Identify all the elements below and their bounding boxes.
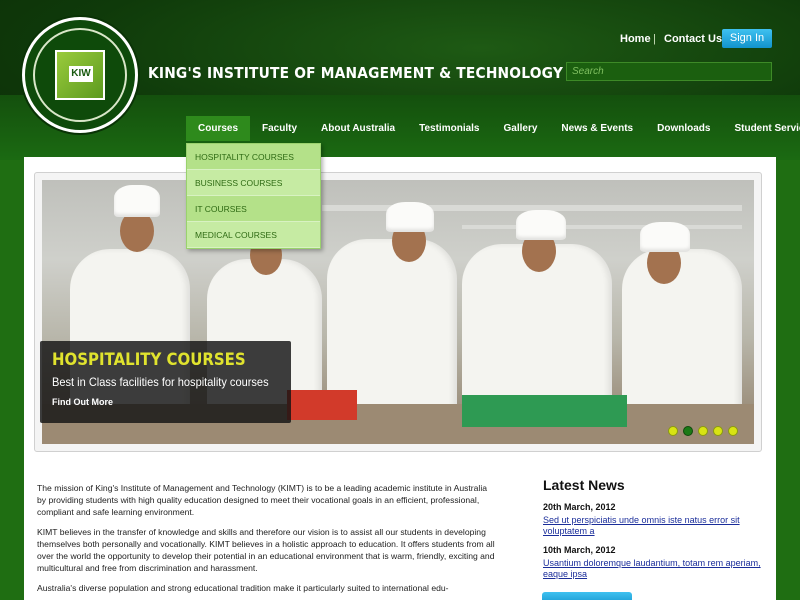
slider-dot[interactable] bbox=[713, 426, 723, 436]
slide-caption-title: HOSPITALITY COURSES bbox=[52, 350, 246, 370]
slide-caption-subtitle: Best in Class facilities for hospitality… bbox=[52, 375, 269, 389]
institute-name: KING'S INSTITUTE OF MANAGEMENT & TECHNOL… bbox=[148, 64, 563, 82]
slider-dot[interactable] bbox=[698, 426, 708, 436]
news-link[interactable]: Usantium doloremque laudantium, totam re… bbox=[543, 558, 763, 580]
mission-statement: The mission of King's Institute of Manag… bbox=[37, 482, 497, 600]
slider-pagination bbox=[668, 426, 738, 436]
home-link[interactable]: Home bbox=[620, 33, 651, 45]
news-item: 20th March, 2012 Sed ut perspiciatis und… bbox=[543, 502, 763, 537]
logo-text: KIW bbox=[69, 66, 93, 82]
news-item: 10th March, 2012 Usantium doloremque lau… bbox=[543, 545, 763, 580]
main-navigation: Courses Faculty About Australia Testimon… bbox=[186, 116, 800, 141]
mission-paragraph: Australia's diverse population and stron… bbox=[37, 583, 449, 593]
mission-paragraph: KIMT believes in the transfer of knowled… bbox=[37, 527, 495, 573]
more-news-button[interactable] bbox=[542, 592, 632, 600]
dropdown-hospitality-courses[interactable]: HOSPITALITY COURSES bbox=[187, 144, 320, 170]
sign-in-button[interactable]: Sign In bbox=[722, 29, 772, 48]
search-input[interactable]: Search bbox=[566, 62, 772, 81]
logo-emblem: KIW bbox=[55, 50, 105, 100]
top-link-separator: | bbox=[653, 33, 656, 45]
news-date: 20th March, 2012 bbox=[543, 502, 616, 512]
slide-caption: HOSPITALITY COURSES Best in Class facili… bbox=[40, 341, 291, 423]
nav-testimonials[interactable]: Testimonials bbox=[407, 116, 491, 141]
slider-dot[interactable] bbox=[668, 426, 678, 436]
nav-gallery[interactable]: Gallery bbox=[492, 116, 550, 141]
slider-dot-active[interactable] bbox=[683, 426, 693, 436]
nav-about-australia[interactable]: About Australia bbox=[309, 116, 407, 141]
contact-us-link[interactable]: Contact Us bbox=[664, 33, 722, 45]
courses-dropdown-menu: HOSPITALITY COURSES BUSINESS COURSES IT … bbox=[186, 143, 321, 249]
nav-downloads[interactable]: Downloads bbox=[645, 116, 722, 141]
find-out-more-link[interactable]: Find Out More bbox=[52, 397, 113, 407]
nav-student-services[interactable]: Student Services bbox=[722, 116, 800, 141]
nav-courses[interactable]: Courses bbox=[186, 116, 251, 141]
institute-logo[interactable]: KIW bbox=[22, 17, 138, 133]
news-link[interactable]: Sed ut perspiciatis unde omnis iste natu… bbox=[543, 515, 763, 537]
dropdown-business-courses[interactable]: BUSINESS COURSES bbox=[187, 170, 320, 196]
nav-faculty[interactable]: Faculty bbox=[250, 116, 309, 141]
dropdown-it-courses[interactable]: IT COURSES bbox=[187, 196, 320, 222]
mission-paragraph: The mission of King's Institute of Manag… bbox=[37, 483, 488, 517]
news-date: 10th March, 2012 bbox=[543, 545, 616, 555]
latest-news-heading: Latest News bbox=[543, 477, 625, 493]
nav-news-events[interactable]: News & Events bbox=[549, 116, 645, 141]
dropdown-medical-courses[interactable]: MEDICAL COURSES bbox=[187, 222, 320, 248]
slider-dot[interactable] bbox=[728, 426, 738, 436]
